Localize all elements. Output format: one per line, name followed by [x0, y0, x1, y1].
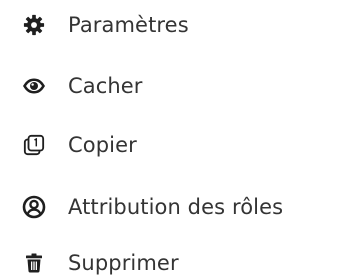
menu-item-label: Attribution des rôles [68, 195, 284, 219]
menu-item-label: Paramètres [68, 13, 189, 37]
menu-item-supprimer[interactable]: Supprimer [0, 243, 339, 278]
eye-icon [22, 74, 46, 98]
menu-item-label: Copier [68, 133, 137, 157]
menu-item-label: Supprimer [68, 251, 179, 275]
user-circle-icon [22, 195, 46, 219]
gear-icon [22, 13, 46, 37]
copy-icon [22, 133, 46, 157]
menu-item-attribution-des-roles[interactable]: Attribution des rôles [0, 187, 339, 227]
trash-icon [22, 251, 46, 275]
menu-item-label: Cacher [68, 74, 143, 98]
menu-item-cacher[interactable]: Cacher [0, 66, 339, 106]
menu-item-parametres[interactable]: Paramètres [0, 5, 339, 45]
menu-item-copier[interactable]: Copier [0, 125, 339, 165]
context-menu: Paramètres Cacher Copier Attribution des… [0, 0, 339, 278]
